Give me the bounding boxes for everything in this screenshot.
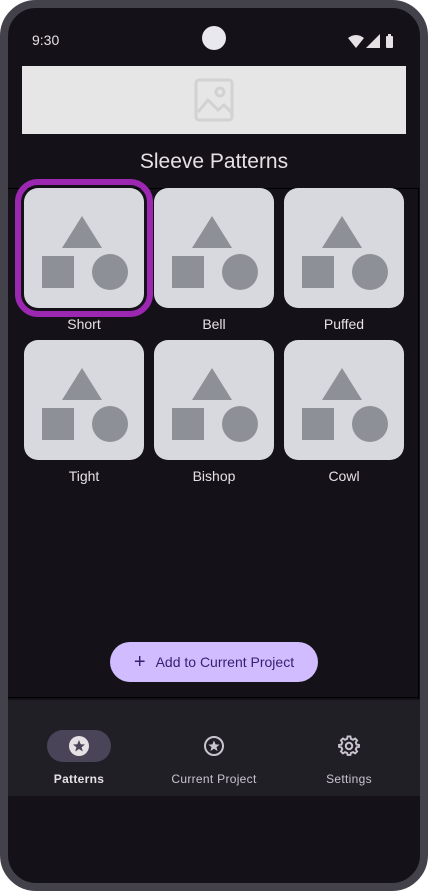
nav-item-patterns[interactable]: Patterns (8, 700, 145, 796)
pattern-tile-bishop[interactable] (154, 340, 274, 460)
pattern-label: Bishop (192, 468, 236, 484)
pattern-tile-short[interactable] (15, 179, 153, 317)
add-to-current-project-button[interactable]: + Add to Current Project (110, 642, 318, 682)
shapes-icon (172, 216, 258, 290)
pattern-tile-bell[interactable] (154, 188, 274, 308)
shapes-icon (302, 216, 388, 290)
pattern-tile-cowl[interactable] (284, 340, 404, 460)
banner-image-placeholder (22, 66, 406, 134)
wifi-icon (348, 35, 364, 48)
camera-cutout (202, 26, 226, 50)
status-icons (348, 34, 398, 55)
nav-label: Current Project (171, 772, 257, 786)
status-time: 9:30 (32, 32, 60, 48)
star-icon (69, 736, 89, 756)
pattern-label: Bell (202, 316, 226, 332)
nav-icon-container (317, 730, 381, 762)
gear-icon (338, 735, 360, 756)
signal-icon (366, 34, 380, 48)
nav-label: Patterns (53, 772, 105, 786)
phone-frame: 9:30 Sleeve Patterns Short Bell Puffed T… (0, 0, 428, 891)
nav-active-indicator (47, 730, 111, 762)
nav-icon-container (182, 730, 246, 762)
nav-item-current-project[interactable]: Current Project (143, 700, 280, 796)
status-bar: 9:30 (8, 8, 420, 66)
pattern-label: Tight (68, 468, 100, 484)
plus-icon: + (133, 651, 146, 673)
pattern-tile-tight[interactable] (24, 340, 144, 460)
pattern-label: Puffed (323, 316, 365, 332)
nav-item-settings[interactable]: Settings (278, 700, 415, 796)
shapes-icon (302, 368, 388, 442)
image-icon (194, 78, 234, 122)
add-button-label: Add to Current Project (155, 654, 295, 670)
nav-label: Settings (326, 772, 372, 786)
page-title: Sleeve Patterns (139, 150, 289, 173)
pattern-label: Cowl (328, 468, 360, 484)
bottom-navigation: Patterns Current Project Settings (8, 700, 420, 796)
pattern-tile-puffed[interactable] (284, 188, 404, 308)
battery-icon (386, 34, 393, 48)
shapes-icon (172, 368, 258, 442)
star-outline-icon (204, 736, 224, 756)
shapes-icon (42, 368, 128, 442)
pattern-label: Short (67, 316, 101, 332)
shapes-icon (42, 216, 128, 290)
